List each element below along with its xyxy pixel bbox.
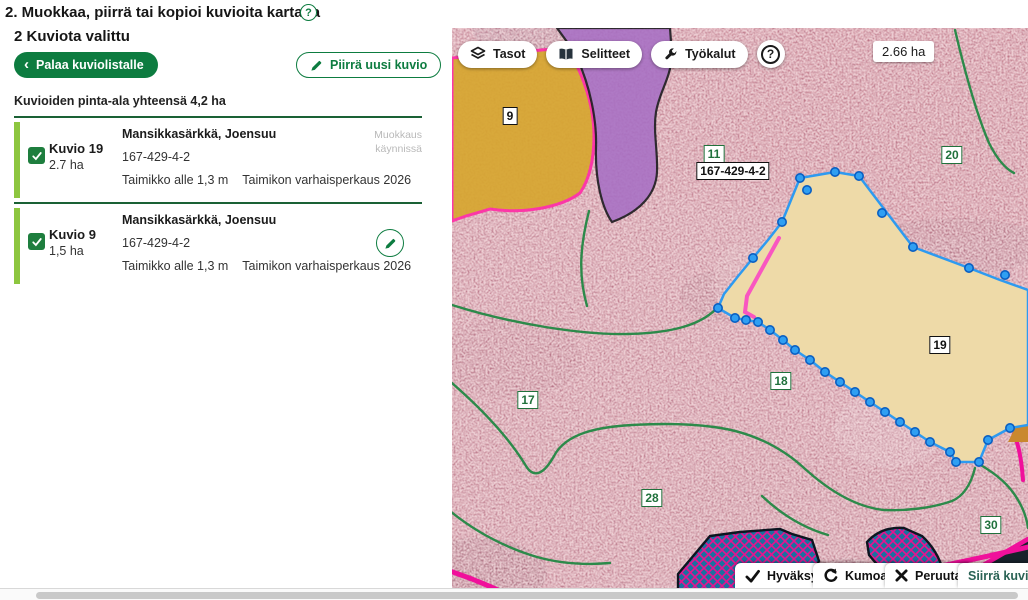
kuvio-operations: Taimikko alle 1,3 mTaimikon varhaisperka… — [122, 173, 411, 187]
kuvio-place: Mansikkasärkkä, Joensuu — [122, 127, 276, 141]
tools-button[interactable]: Työkalut — [651, 41, 747, 68]
kuvio-9-checkbox[interactable] — [28, 233, 45, 250]
map-label-20: 20 — [941, 146, 962, 164]
check-icon — [745, 569, 760, 583]
help-icon: ? — [761, 45, 780, 64]
app-page: 2. Muokkaa, piirrä tai kopioi kuvioita k… — [0, 0, 1028, 600]
total-area-text: Kuvioiden pinta-ala yhteensä 4,2 ha — [14, 94, 226, 108]
map-label-17: 17 — [517, 391, 538, 409]
area-measure-label: 2.66 ha — [873, 41, 934, 62]
legend-book-icon — [558, 47, 574, 62]
scrollbar-thumb[interactable] — [36, 592, 1018, 599]
kuvio-operations: Taimikko alle 1,3 mTaimikon varhaisperka… — [122, 259, 411, 273]
check-icon — [31, 236, 43, 248]
layers-icon — [470, 46, 486, 62]
draw-new-kuvio-button[interactable]: Piirrä uusi kuvio — [296, 52, 441, 78]
chevron-left-icon: ‹ — [24, 57, 29, 72]
x-icon — [895, 569, 908, 582]
map-label-30: 30 — [980, 516, 1001, 534]
map-label-18: 18 — [770, 372, 791, 390]
back-to-list-button[interactable]: ‹ Palaa kuviolistalle — [14, 52, 158, 78]
gold-overlay-polygon — [452, 48, 594, 221]
kuvio-area: 1,5 ha — [49, 244, 84, 258]
kuvio-estate-id: 167-429-4-2 — [122, 236, 190, 250]
kuvio-panel: 2 Kuviota valittu ‹ Palaa kuviolistalle … — [0, 22, 452, 588]
pencil-icon — [384, 237, 397, 250]
header-help-icon[interactable]: ? — [300, 4, 317, 21]
undo-icon — [823, 568, 838, 583]
selection-bar — [14, 208, 20, 284]
edit-action-bar: Hyväksy Kumoa Peruuta Siirrä kuvion — [452, 562, 1028, 588]
page-title: 2. Muokkaa, piirrä tai kopioi kuvioita k… — [5, 4, 320, 21]
map-label-9: 9 — [503, 107, 518, 125]
map-toolbar: Tasot Selitteet Työkalut ? — [458, 40, 785, 68]
kuvio-card-19: Kuvio 19 2.7 ha Mansikkasärkkä, Joensuu … — [14, 118, 422, 202]
move-kuvio-button[interactable]: Siirrä kuvion — [958, 563, 1028, 588]
selection-bar — [14, 122, 20, 198]
editing-status-text: Muokkaus käynnissä — [374, 128, 422, 156]
kuvio-19-checkbox[interactable] — [28, 147, 45, 164]
selected-count-heading: 2 Kuviota valittu — [14, 28, 130, 45]
kuvio-card-9: Kuvio 9 1,5 ha Mansikkasärkkä, Joensuu 1… — [14, 204, 422, 288]
layers-button[interactable]: Tasot — [458, 41, 537, 68]
map-label-11: 11 — [704, 145, 725, 163]
kuvio-area: 2.7 ha — [49, 158, 84, 172]
map-label-28: 28 — [641, 489, 662, 507]
kuvio-place: Mansikkasärkkä, Joensuu — [122, 213, 276, 227]
kuvio-label: Kuvio 19 — [49, 141, 103, 156]
pencil-icon — [310, 59, 323, 72]
map-viewport[interactable]: 9 11 167-429-4-2 20 19 18 17 28 30 2.66 … — [452, 28, 1028, 588]
map-canvas[interactable] — [452, 28, 1028, 588]
tools-wrench-icon — [663, 47, 678, 62]
map-help-button[interactable]: ? — [757, 40, 785, 68]
map-label-19: 19 — [929, 336, 950, 354]
kuvio-estate-id: 167-429-4-2 — [122, 150, 190, 164]
edit-kuvio-button[interactable] — [376, 229, 404, 257]
kuvio-label: Kuvio 9 — [49, 227, 96, 242]
legend-button[interactable]: Selitteet — [546, 41, 642, 68]
horizontal-scrollbar[interactable] — [0, 588, 1028, 600]
map-label-estate-id: 167-429-4-2 — [696, 162, 769, 180]
check-icon — [31, 150, 43, 162]
